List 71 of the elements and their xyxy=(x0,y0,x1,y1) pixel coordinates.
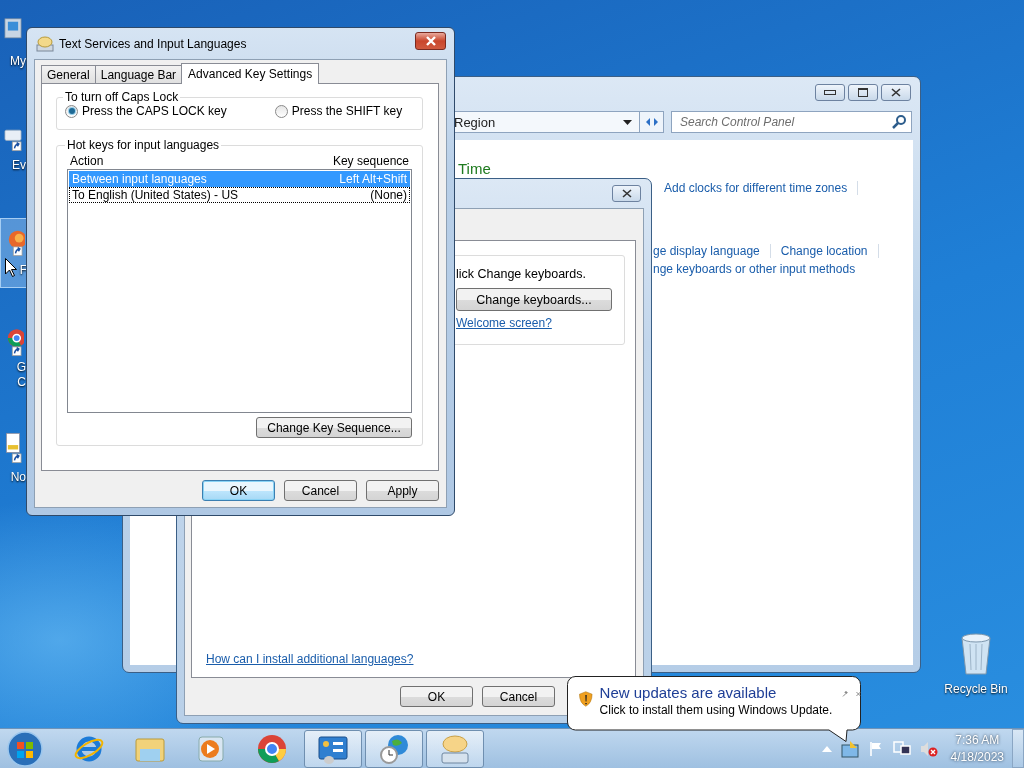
apply-button[interactable]: Apply xyxy=(366,480,439,501)
close-button[interactable] xyxy=(415,31,446,50)
radio-button[interactable] xyxy=(65,104,78,118)
notification-balloon[interactable]: New updates are available Click to install them using Windows Update. xyxy=(567,676,861,742)
close-button[interactable] xyxy=(881,84,911,101)
key-sequence-text: Left Alt+Shift xyxy=(339,172,407,186)
network-icon[interactable] xyxy=(892,740,911,757)
cancel-button[interactable]: Cancel xyxy=(284,480,357,501)
clock-date: 4/18/2023 xyxy=(950,748,1004,766)
help-link[interactable]: Welcome screen? xyxy=(456,316,552,330)
keyboard-speech-icon xyxy=(36,35,54,52)
action-text: Between input languages xyxy=(72,172,207,186)
ok-button[interactable]: OK xyxy=(400,686,473,707)
notification-message: Click to install them using Windows Update. xyxy=(599,702,833,718)
list-row[interactable]: To English (United States) - US (None) xyxy=(69,187,410,203)
maximize-button[interactable] xyxy=(848,84,878,101)
wrench-icon[interactable] xyxy=(842,688,849,700)
task-link[interactable]: ge display language xyxy=(653,244,760,258)
icon-label: Recycle Bin xyxy=(944,682,1008,696)
column-header: Action xyxy=(70,154,104,169)
icon-label: My xyxy=(10,54,26,69)
change-keyboards-button[interactable]: Change keyboards... xyxy=(456,288,612,311)
icon-label: Ev xyxy=(12,158,26,173)
close-button[interactable] xyxy=(612,185,641,202)
task-link[interactable]: nge keyboards or other input methods xyxy=(653,262,856,276)
mouse-pointer-icon xyxy=(5,258,17,277)
desktop-shortcut[interactable]: G C xyxy=(0,322,26,390)
instruction-text: lick Change keyboards. xyxy=(456,267,586,283)
help-link[interactable]: How can I install additional languages? xyxy=(206,652,625,666)
window-title: Text Services and Input Languages xyxy=(59,36,248,51)
cancel-button[interactable]: Cancel xyxy=(482,686,555,707)
close-icon[interactable] xyxy=(856,689,861,699)
tab[interactable]: Advanced Key Settings xyxy=(181,63,320,84)
action-text: To English (United States) - US xyxy=(72,188,239,202)
notification-title: New updates are available xyxy=(599,683,778,702)
taskbar-button[interactable] xyxy=(365,729,423,768)
clock-time: 7:36 AM xyxy=(955,731,1000,749)
taskbar-button[interactable] xyxy=(304,729,362,768)
keyboard-speech-icon xyxy=(439,732,471,765)
ok-button[interactable]: OK xyxy=(202,480,275,501)
task-link[interactable]: Change location xyxy=(780,244,868,258)
desktop-shortcut[interactable]: My xyxy=(0,10,26,78)
desktop-shortcut[interactable]: Ev xyxy=(0,114,26,182)
hotkey-list[interactable]: Between input languages Left Alt+Shift To English (United States) - US (None) xyxy=(67,169,412,413)
task-link[interactable]: Add clocks for different time zones xyxy=(664,181,848,195)
breadcrumb-item[interactable]: Region xyxy=(454,114,623,130)
icon-label: No xyxy=(10,470,26,485)
radio-button[interactable] xyxy=(274,104,288,118)
taskbar-button[interactable] xyxy=(426,729,484,768)
speaker-muted-icon[interactable] xyxy=(919,740,938,757)
column-header: Key sequence xyxy=(332,154,409,169)
icon-label: G C xyxy=(16,360,26,390)
close-icon[interactable] xyxy=(891,88,901,97)
key-sequence-text: (None) xyxy=(370,188,407,202)
tab[interactable]: General xyxy=(41,65,96,83)
group-title: To turn off Caps Lock xyxy=(64,90,180,104)
update-tray-icon[interactable] xyxy=(840,739,859,758)
search-field[interactable]: Search Control Panel xyxy=(671,111,912,133)
change-key-sequence-button[interactable]: Change Key Sequence... xyxy=(256,417,412,438)
section-heading: Time xyxy=(458,160,492,179)
desktop-shortcut[interactable]: No xyxy=(0,426,26,494)
search-icon[interactable] xyxy=(892,115,906,129)
close-icon[interactable] xyxy=(621,189,632,198)
minimize-button[interactable] xyxy=(815,84,845,101)
recycle-bin-icon[interactable] xyxy=(958,630,994,676)
browser-icon xyxy=(256,732,288,765)
globe-clock-icon xyxy=(378,732,410,765)
dropdown-arrow-icon[interactable] xyxy=(623,119,632,125)
start-button[interactable] xyxy=(4,729,46,768)
tab[interactable]: Language Bar xyxy=(94,65,183,83)
group-title: Hot keys for input languages xyxy=(66,138,221,152)
